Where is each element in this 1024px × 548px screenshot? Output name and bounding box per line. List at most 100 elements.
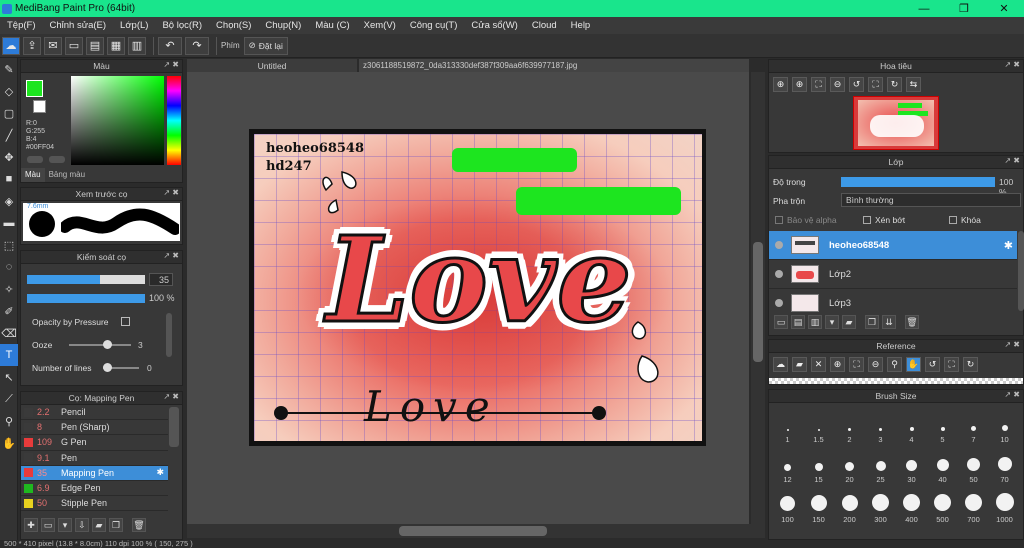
- new-halftone-layer-icon[interactable]: ▤: [791, 315, 805, 329]
- brush-size-option[interactable]: 200: [834, 487, 865, 527]
- tab-untitled[interactable]: Untitled: [187, 59, 357, 72]
- brush-size-option[interactable]: 700: [958, 487, 989, 527]
- brush-size-option[interactable]: 7: [958, 407, 989, 447]
- brush-opacity-slider[interactable]: [27, 294, 145, 303]
- layer-item-heoheo68548[interactable]: heoheo68548 ✱: [769, 231, 1017, 260]
- tab-image-file[interactable]: z3061188519872_0da313330def387f309aa6f63…: [359, 59, 749, 72]
- protect-alpha-checkbox[interactable]: [775, 216, 783, 224]
- open-folder-icon[interactable]: ▰: [792, 357, 807, 372]
- brush-size-option[interactable]: 1000: [989, 487, 1020, 527]
- rotate-left-icon[interactable]: ↺: [849, 77, 864, 92]
- brush-size-option[interactable]: 2: [834, 407, 865, 447]
- folder-icon[interactable]: ▰: [92, 518, 106, 532]
- reset-button[interactable]: ⊘ Đặt lại: [243, 36, 288, 55]
- hand-icon[interactable]: ✋: [906, 357, 921, 372]
- opacity-pressure-checkbox[interactable]: [121, 317, 130, 326]
- brush-item-edge-pen[interactable]: 6.9 Edge Pen: [21, 481, 168, 497]
- brush-size-option[interactable]: 15: [803, 447, 834, 487]
- zoom-in-icon[interactable]: ⊕: [830, 357, 845, 372]
- zoom-in-icon[interactable]: ⊕: [773, 77, 788, 92]
- new-1bit-layer-icon[interactable]: ▥: [808, 315, 822, 329]
- bucket-icon[interactable]: ◈: [0, 190, 18, 212]
- comment-icon[interactable]: ✉: [44, 36, 62, 55]
- restore-button[interactable]: ❐: [944, 0, 984, 17]
- canvas-horizontal-scrollbar[interactable]: [187, 524, 765, 538]
- menu-select[interactable]: Chọn(S): [209, 20, 258, 31]
- duplicate-layer-icon[interactable]: ❐: [865, 315, 879, 329]
- cloud-upload-icon[interactable]: ☁: [773, 357, 788, 372]
- text-tool-icon[interactable]: T: [0, 344, 18, 366]
- brush-item-stipple-pen[interactable]: 50 Stipple Pen: [21, 496, 168, 512]
- brush-item-mapping-pen[interactable]: 35 Mapping Pen ✱: [21, 465, 168, 481]
- tab-color[interactable]: Màu: [21, 168, 45, 182]
- brush-tool-icon[interactable]: ✎: [0, 58, 18, 80]
- import-brush-icon[interactable]: ⇩: [75, 518, 89, 532]
- redo-icon[interactable]: ↷: [185, 36, 209, 55]
- clipping-option[interactable]: Xén bớt: [863, 215, 905, 225]
- layer-dropdown-icon[interactable]: ▾: [825, 315, 839, 329]
- panel-controls-icon[interactable]: ↗ ✖: [1004, 156, 1020, 165]
- artwork[interactable]: heoheo68548 hd247 Love Love: [254, 134, 702, 441]
- flip-icon[interactable]: ⇆: [906, 77, 921, 92]
- rotate-left-icon[interactable]: ↺: [925, 357, 940, 372]
- panel-controls-icon[interactable]: ↗ ✖: [1004, 340, 1020, 349]
- saturation-value-picker[interactable]: [71, 76, 164, 165]
- brush-size-option[interactable]: 20: [834, 447, 865, 487]
- menu-cloud[interactable]: Cloud: [525, 20, 564, 31]
- zoom-in-fit-icon[interactable]: ⊕: [792, 77, 807, 92]
- dropdown-icon[interactable]: ▾: [58, 518, 72, 532]
- panel-controls-icon[interactable]: ↗ ✖: [163, 60, 179, 69]
- magic-wand-icon[interactable]: ✧: [0, 278, 18, 300]
- minimize-button[interactable]: —: [904, 0, 944, 17]
- rotate-right-icon[interactable]: ↻: [963, 357, 978, 372]
- menu-tools[interactable]: Công cụ(T): [403, 20, 465, 31]
- menu-layer[interactable]: Lớp(L): [113, 20, 155, 31]
- merge-layer-icon[interactable]: ⇊: [882, 315, 896, 329]
- horizontal-scroll-thumb[interactable]: [399, 526, 547, 536]
- menu-color[interactable]: Màu (C): [308, 20, 356, 31]
- blend-mode-select[interactable]: Bình thường: [841, 193, 1021, 207]
- panel-controls-icon[interactable]: ↗ ✖: [163, 251, 179, 260]
- blur-tool-icon[interactable]: ╱: [0, 124, 18, 146]
- brush-size-option[interactable]: 30: [896, 447, 927, 487]
- page-icon[interactable]: ▤: [86, 36, 104, 55]
- protect-alpha-option[interactable]: Bảo vệ alpha: [775, 215, 837, 225]
- trash-icon[interactable]: 🗑: [132, 518, 146, 532]
- brush-size-option[interactable]: 5: [927, 407, 958, 447]
- menu-window[interactable]: Cửa sổ(W): [464, 20, 524, 31]
- navigator-thumbnail[interactable]: [853, 96, 939, 150]
- lines-slider[interactable]: [103, 363, 139, 372]
- brush-size-value[interactable]: 35: [149, 273, 173, 286]
- brush-item-pen-sharp[interactable]: 8 Pen (Sharp): [21, 420, 168, 436]
- share-icon[interactable]: ⇪: [23, 36, 41, 55]
- ooze-slider-handle[interactable]: [103, 340, 112, 349]
- vertical-scroll-thumb[interactable]: [753, 242, 763, 362]
- eraser-tool-icon[interactable]: ◇: [0, 80, 18, 102]
- ooze-slider[interactable]: [69, 340, 131, 349]
- brush-size-slider[interactable]: [27, 275, 145, 284]
- visibility-icon[interactable]: [775, 241, 783, 249]
- brush-size-option[interactable]: 1: [772, 407, 803, 447]
- gear-icon[interactable]: ✱: [1004, 239, 1013, 252]
- secondary-color-swatch[interactable]: [33, 100, 46, 113]
- move-tool-icon[interactable]: ✥: [0, 146, 18, 168]
- brush-size-option[interactable]: 50: [958, 447, 989, 487]
- menu-file[interactable]: Tệp(F): [0, 20, 43, 31]
- brush-control-scrollbar[interactable]: [166, 313, 172, 357]
- undo-icon[interactable]: ↶: [158, 36, 182, 55]
- visibility-icon[interactable]: [775, 270, 783, 278]
- delete-layer-icon[interactable]: 🗑: [905, 315, 919, 329]
- select-eraser-icon[interactable]: ⌫: [0, 322, 18, 344]
- brush-size-option[interactable]: 1.5: [803, 407, 834, 447]
- lock-option[interactable]: Khóa: [949, 215, 981, 225]
- chat-icon[interactable]: ▭: [65, 36, 83, 55]
- select-pen-icon[interactable]: ✐: [0, 300, 18, 322]
- panel-controls-icon[interactable]: ↗ ✖: [1004, 60, 1020, 69]
- menu-help[interactable]: Help: [564, 20, 598, 31]
- dot-tool-icon[interactable]: ▢: [0, 102, 18, 124]
- grid-icon[interactable]: ▦: [107, 36, 125, 55]
- gradient-icon[interactable]: ▬: [0, 212, 18, 234]
- tab-palette[interactable]: Bảng màu: [45, 168, 89, 182]
- brush-size-option[interactable]: 500: [927, 487, 958, 527]
- swap-color-button[interactable]: [27, 156, 43, 163]
